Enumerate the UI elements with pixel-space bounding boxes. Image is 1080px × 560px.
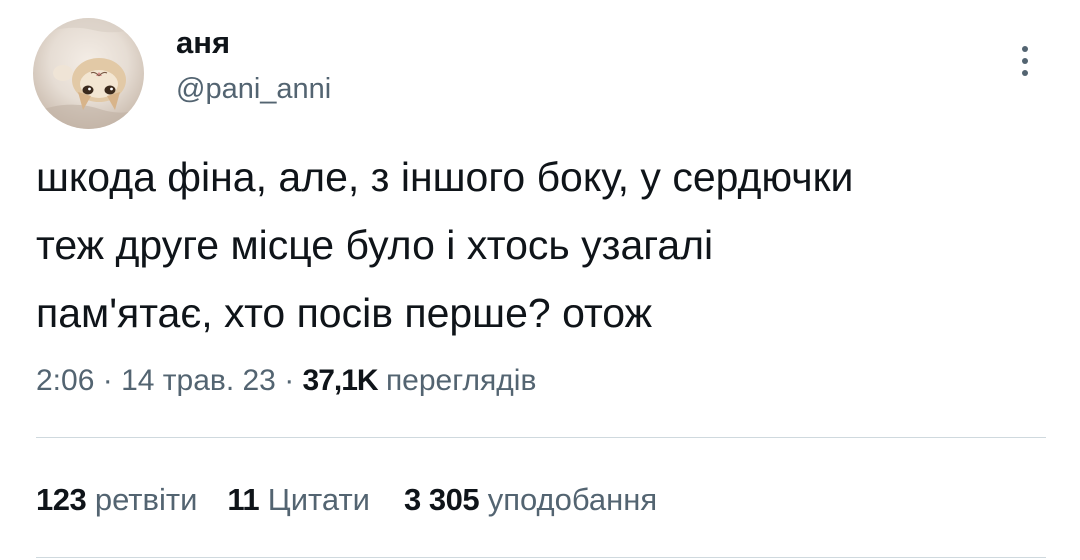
more-options-button[interactable] [1008, 42, 1042, 82]
likes-count: 3 305 [403, 482, 480, 517]
likes-label: уподобання [487, 482, 658, 517]
quotes-count: 11 [227, 482, 260, 517]
avatar[interactable] [33, 18, 144, 129]
retweets-count: 123 [36, 482, 87, 517]
tweet-date[interactable]: 14 трав. 23 [121, 364, 276, 397]
likes-stat[interactable]: 3 305 уподобання [404, 478, 657, 522]
tweet-author: аня @pani_anni [176, 24, 331, 109]
retweets-label: ретвіти [94, 482, 198, 517]
more-vertical-icon [1022, 46, 1028, 76]
quotes-stat[interactable]: 11 Цитати [227, 478, 370, 522]
tweet-time[interactable]: 2:06 [36, 364, 94, 397]
retweets-stat[interactable]: 123 ретвіти [36, 478, 197, 522]
divider [36, 437, 1046, 438]
tweet-text: шкода фіна, але, з іншого боку, у сердюч… [36, 154, 854, 336]
engagement-stats: 123 ретвіти 11 Цитати 3 305 уподобання [36, 478, 657, 522]
views-count[interactable]: 37,1K [303, 364, 379, 397]
author-display-name[interactable]: аня [176, 24, 331, 62]
tweet-meta: 2:06 · 14 трав. 23 · 37,1K переглядів [36, 359, 536, 403]
divider [36, 557, 1046, 558]
meta-separator: · [94, 364, 122, 397]
author-handle[interactable]: @pani_anni [176, 69, 331, 109]
tweet-card: аня @pani_anni шкода фіна, але, з іншого… [0, 0, 1080, 560]
quotes-label: Цитати [267, 482, 370, 517]
meta-separator: · [275, 364, 303, 397]
cat-photo-avatar-icon [33, 18, 144, 129]
views-label[interactable]: переглядів [386, 364, 536, 397]
